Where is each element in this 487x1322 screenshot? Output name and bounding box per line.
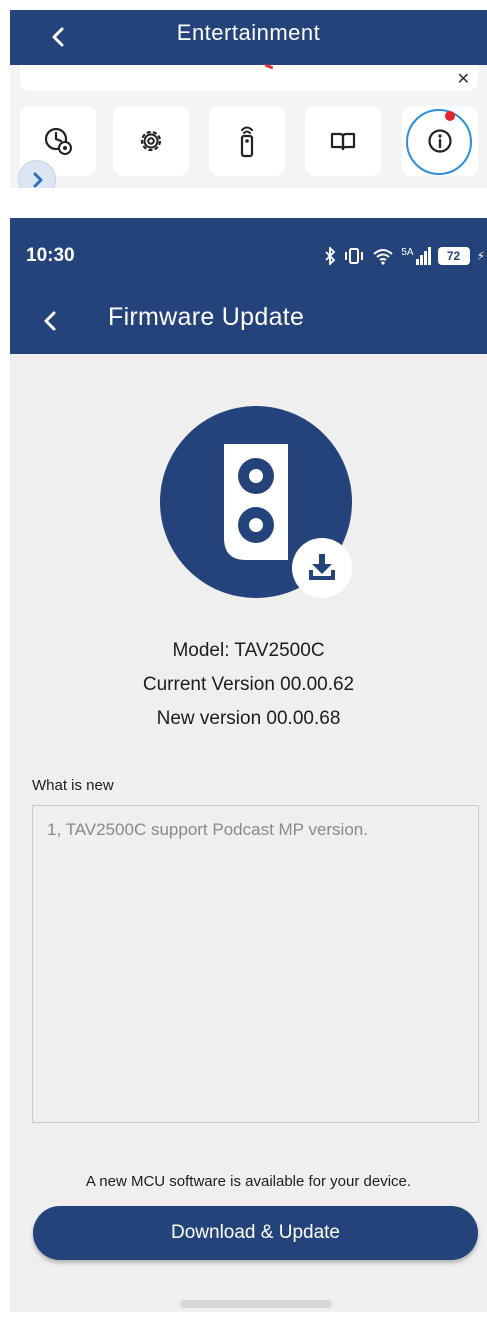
device-illustration [160, 406, 352, 598]
timer-settings-icon [44, 127, 72, 155]
remote-icon [240, 126, 254, 158]
app-bar: Firmware Update [10, 286, 487, 354]
download-icon [309, 554, 335, 580]
status-icons: 5A 72 ⚡ [324, 244, 485, 268]
network-label: 5A [401, 247, 414, 258]
availability-message: A new MCU software is available for your… [85, 1173, 412, 1190]
page-title: Firmware Update [108, 303, 305, 331]
download-update-button[interactable]: Download & Update [33, 1206, 478, 1260]
remote-tile[interactable] [209, 106, 285, 176]
entertainment-snippet: Entertainment ✕ [10, 10, 487, 188]
model-text: Model: TAV2500C [172, 640, 325, 661]
media-card-edge: ✕ [20, 63, 478, 91]
entertainment-title: Entertainment [176, 20, 321, 45]
bluetooth-icon [325, 247, 336, 265]
release-notes-text: 1, TAV2500C support Podcast MP version. [47, 820, 368, 839]
download-badge [292, 538, 352, 598]
signal-icon: 5A [401, 247, 431, 265]
whats-new-label: What is new [32, 777, 114, 794]
current-version-text: Current Version 00.00.62 [142, 674, 355, 695]
charging-icon: ⚡ [476, 249, 485, 263]
notification-dot [445, 111, 455, 121]
info-highlight-ring [406, 109, 472, 175]
settings-tile[interactable] [113, 106, 189, 176]
home-indicator[interactable] [180, 1300, 332, 1308]
release-notes-box: 1, TAV2500C support Podcast MP version. [32, 805, 479, 1123]
vibrate-icon [345, 248, 364, 264]
battery-indicator: 72 [437, 247, 470, 265]
new-version-text: New version 00.00.68 [156, 708, 341, 729]
entertainment-header: Entertainment [10, 10, 487, 65]
close-icon[interactable]: ✕ [457, 69, 470, 89]
status-time: 10:30 [26, 245, 75, 266]
red-mark [264, 63, 274, 70]
gear-icon [140, 130, 162, 152]
guide-tile[interactable] [305, 106, 381, 176]
chevron-right-icon [33, 172, 43, 188]
speaker-icon [224, 444, 288, 560]
firmware-update-screen: 10:30 5A 72 ⚡ Firmware Update Model: TAV… [10, 218, 487, 1312]
book-icon [330, 132, 356, 151]
back-icon[interactable] [36, 306, 66, 336]
status-bar: 10:30 5A 72 ⚡ [10, 218, 487, 286]
wifi-icon [373, 249, 393, 265]
